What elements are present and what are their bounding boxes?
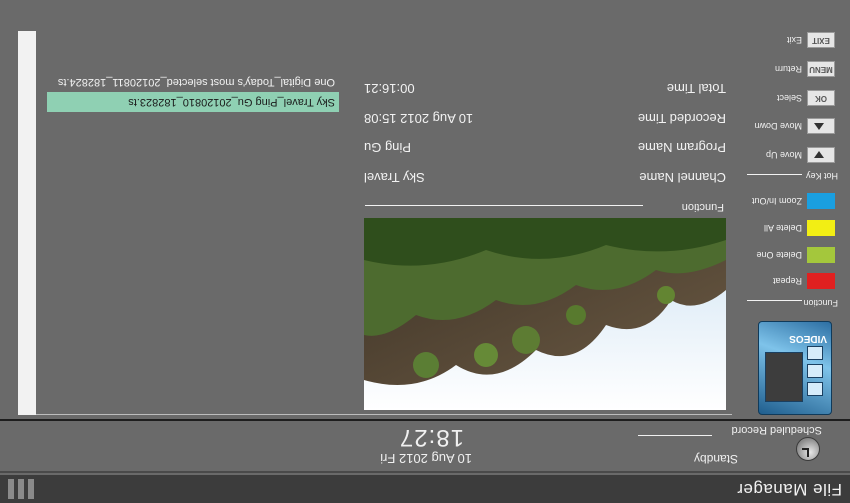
standby-status: Standby	[693, 452, 738, 466]
ok-key: OK	[807, 90, 835, 106]
green-key-icon	[807, 247, 835, 263]
arrow-down-key-icon	[807, 147, 835, 163]
hotkey-label-exit: Exit	[786, 35, 802, 45]
clock-icon	[796, 437, 820, 461]
channel-name-value: Sky Travel	[364, 170, 425, 185]
signal-bars-icon	[8, 479, 34, 499]
scrollbar[interactable]	[18, 31, 36, 415]
yellow-key-icon	[807, 220, 835, 236]
hotkey-label-delete-all: Delete All	[763, 223, 802, 233]
hotkey-label-repeat: Repeat	[772, 276, 802, 286]
preview-thumbnail	[364, 218, 726, 410]
current-time: 18:27	[398, 424, 464, 451]
hotkey-label-move-up: Move Up	[765, 150, 802, 160]
red-key-icon	[807, 273, 835, 289]
recorded-time-value: 10 Aug 2012 15:08	[364, 111, 474, 126]
file-item[interactable]: One Digital_Today's most selected_201208…	[47, 72, 339, 92]
landscape-thumbnail-icon	[364, 218, 726, 410]
recorded-time-label: Recorded Time	[637, 111, 726, 126]
hotkey-function-title: Function	[803, 298, 838, 308]
hotkey-label-select: Select	[776, 93, 802, 103]
file-item-selected[interactable]: Sky Travel_Ping Gu_20120810_182823.ts	[47, 92, 339, 112]
title-bar: File Manager	[0, 475, 850, 503]
function-divider	[365, 205, 643, 206]
hotkey-label-zoom: Zoom In/Out	[751, 196, 802, 206]
total-time-label: Total Time	[666, 81, 726, 96]
window-title: File Manager	[736, 480, 842, 499]
current-date: 10 Aug 2012 Fri	[380, 451, 472, 466]
scheduled-record-label: Scheduled Record	[731, 424, 822, 436]
program-name-label: Program Name	[637, 140, 726, 155]
menu-key: MENU	[807, 61, 835, 77]
exit-key: EXIT	[807, 32, 835, 48]
hotkey-label-move-down: Move Down	[754, 121, 802, 131]
scheduled-record-divider	[638, 435, 712, 436]
total-time-value: 00:16:21	[364, 81, 415, 96]
videos-promo-icon: VIDEOS	[758, 321, 832, 415]
hotkey-function-divider	[747, 300, 802, 301]
blue-key-icon	[807, 193, 835, 209]
channel-name-label: Channel Name	[639, 170, 726, 185]
promo-text: VIDEOS	[789, 333, 827, 344]
hotkey-title: Hot Key	[805, 171, 838, 181]
hotkey-label-delete-one: Delete One	[756, 250, 802, 260]
function-section-title: Function	[681, 201, 724, 213]
hotkey-label-return: Return	[774, 64, 802, 74]
tv-screen: File Manager Scheduled Record Standby 10…	[0, 0, 850, 503]
status-bar: Scheduled Record Standby 10 Aug 2012 Fri…	[0, 419, 850, 473]
hotkey-divider	[747, 174, 802, 175]
program-name-value: Ping Gu	[364, 140, 411, 155]
arrow-up-key-icon	[807, 118, 835, 134]
